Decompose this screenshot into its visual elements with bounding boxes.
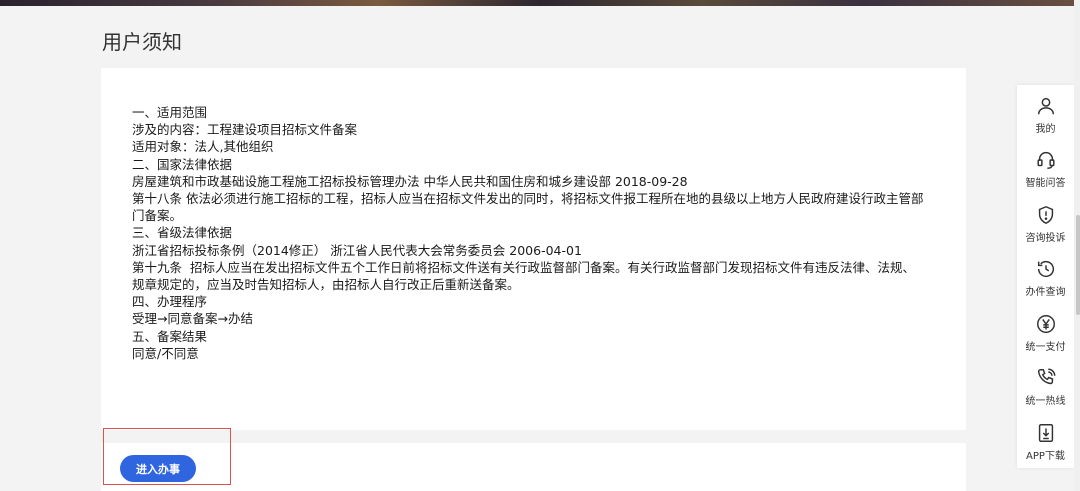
sidebar-item-label: 咨询投诉 (1025, 233, 1066, 244)
enter-service-button[interactable]: 进入办事 (120, 455, 196, 482)
sidebar-item-unified-hotline[interactable]: 统一热线 (1017, 361, 1074, 415)
download-icon (1038, 424, 1053, 442)
sidebar-item-smart-qa[interactable]: 智能问答 (1017, 143, 1074, 197)
scrollbar-thumb[interactable] (1076, 215, 1080, 315)
notice-line: 三、省级法律依据 (132, 225, 233, 241)
sidebar-item-label: 智能问答 (1025, 178, 1066, 189)
notice-panel: 一、适用范围 涉及的内容：工程建设项目招标文件备案 适用对象：法人,其他组织 二… (101, 68, 966, 430)
notice-line: 第十九条 招标人应当在发出招标文件五个工作日前将招标文件送有关行政监督部门备案。… (132, 259, 915, 275)
notice-line: 房屋建筑和市政基础设施工程施工招标投标管理办法 中华人民共和国住房和城乡建设部 … (132, 173, 688, 189)
sidebar-item-consult-complaint[interactable]: 咨询投诉 (1017, 198, 1074, 252)
side-toolbar: 我的 智能问答 咨询投诉 办件查询 统一支付 统一热线 APP下载 (1017, 85, 1074, 468)
notice-line: 规章规定的，应当及时告知招标人，由招标人自行改正后重新送备案。 (132, 277, 520, 293)
history-icon (1037, 261, 1054, 278)
notice-line: 受理→同意备案→办结 (132, 311, 253, 327)
notice-line: 涉及的内容：工程建设项目招标文件备案 (132, 122, 358, 138)
top-banner-image (0, 0, 1080, 6)
sidebar-item-mine[interactable]: 我的 (1017, 89, 1074, 143)
sidebar-item-label: 统一热线 (1025, 396, 1066, 407)
sidebar-item-label: 办件查询 (1025, 287, 1066, 298)
shield-alert-icon (1038, 205, 1053, 225)
notice-line: 二、国家法律依据 (132, 156, 233, 172)
notice-line: 一、适用范围 (132, 105, 208, 120)
yen-icon (1036, 315, 1055, 333)
sidebar-item-label: 我的 (1035, 124, 1056, 135)
notice-line: 五、备案结果 (132, 328, 208, 344)
sidebar-item-label: APP下载 (1026, 451, 1065, 462)
notice-body: 一、适用范围 涉及的内容：工程建设项目招标文件备案 适用对象：法人,其他组织 二… (132, 104, 952, 362)
page-title: 用户须知 (102, 30, 182, 54)
sidebar-item-unified-payment[interactable]: 统一支付 (1017, 307, 1074, 361)
sidebar-item-label: 统一支付 (1025, 342, 1066, 353)
notice-line: 浙江省招标投标条例（2014修正） 浙江省人民代表大会常务委员会 2006-04… (132, 242, 582, 258)
notice-line: 四、办理程序 (132, 294, 208, 310)
notice-line: 门备案。 (132, 208, 183, 224)
sidebar-item-app-download[interactable]: APP下载 (1017, 416, 1074, 470)
notice-line: 同意/不同意 (132, 345, 199, 361)
notice-line: 适用对象：法人,其他组织 (132, 139, 274, 155)
headset-icon (1036, 151, 1055, 169)
phone-icon (1037, 368, 1055, 385)
user-icon (1037, 97, 1054, 115)
notice-line: 第十八条 依法必须进行施工招标的工程，招标人应当在招标文件发出的同时，将招标文件… (132, 191, 924, 207)
sidebar-item-case-query[interactable]: 办件查询 (1017, 252, 1074, 306)
